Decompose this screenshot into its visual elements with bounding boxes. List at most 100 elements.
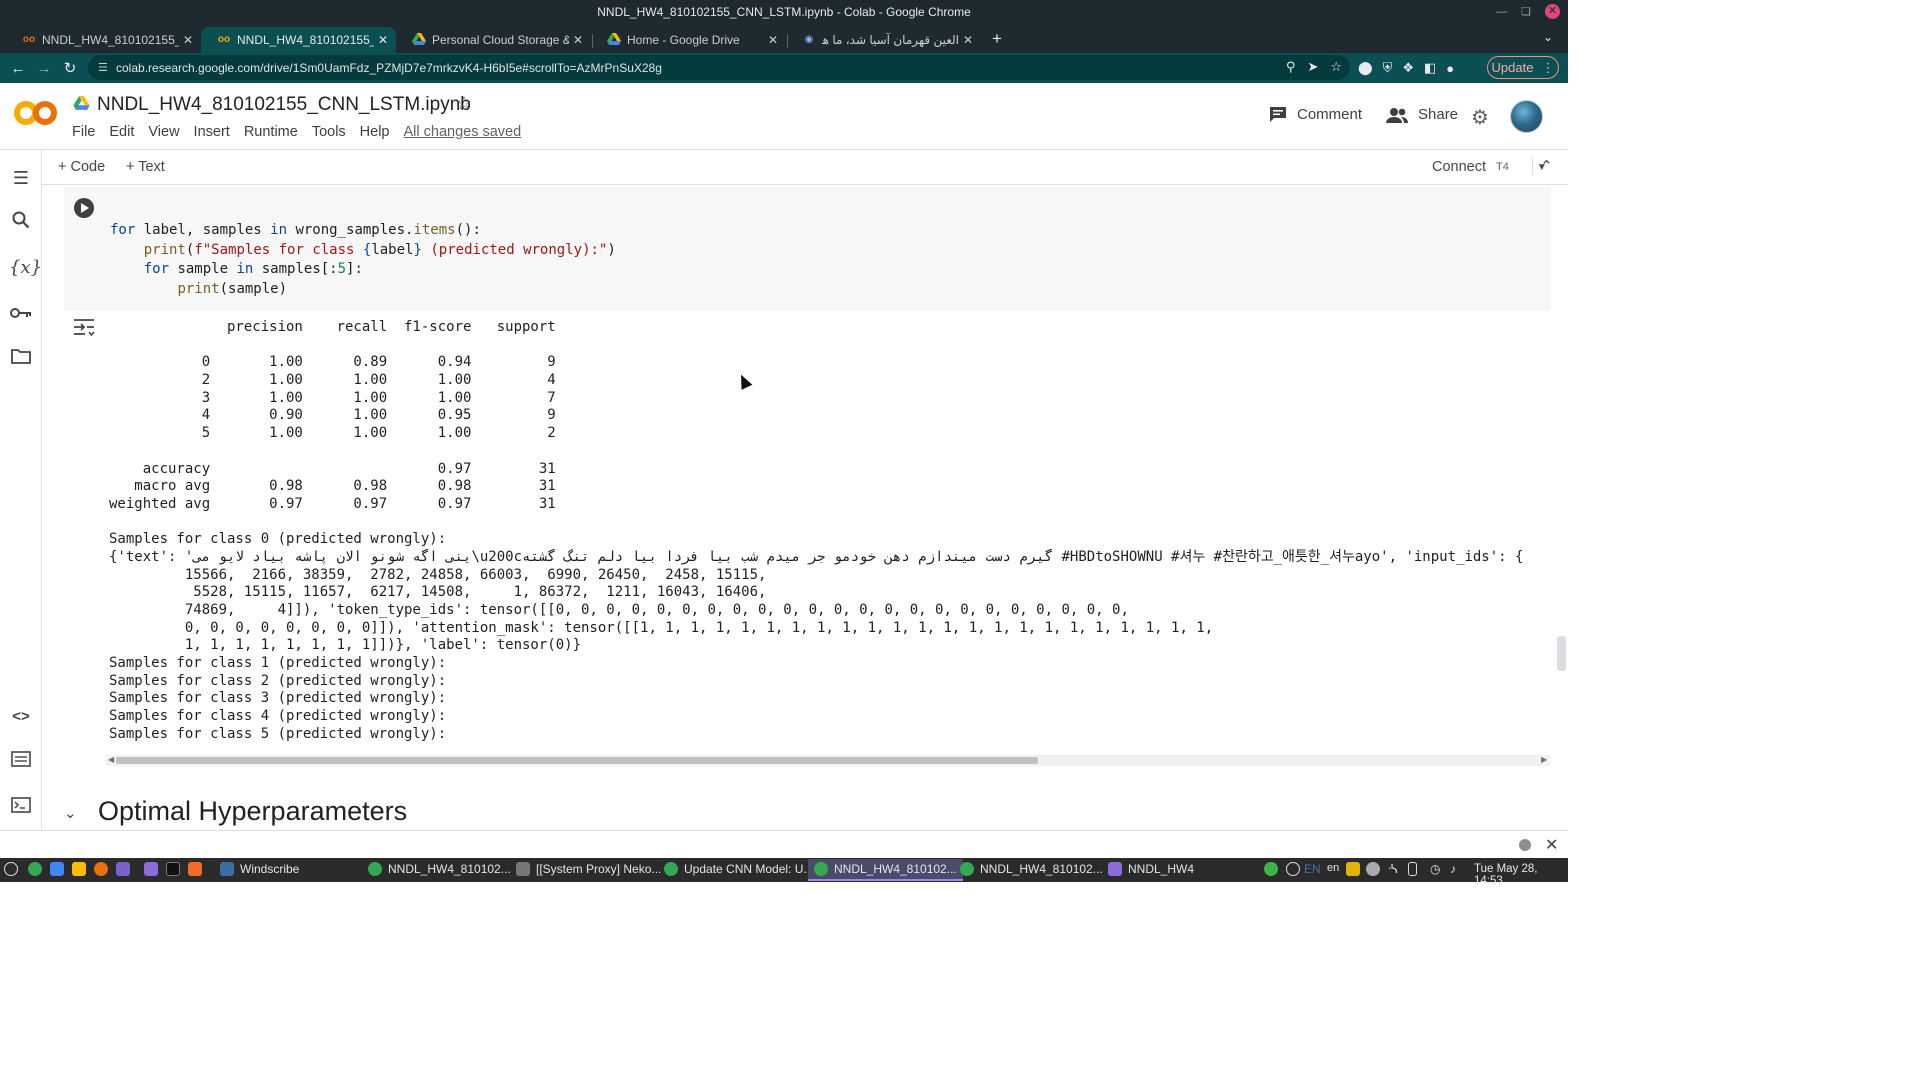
profile-icon[interactable]: ● bbox=[1446, 61, 1454, 76]
colab-logo[interactable] bbox=[14, 97, 58, 129]
menu-help[interactable]: Help bbox=[360, 124, 390, 140]
taskbar-window[interactable]: NNDL_HW4_810102... bbox=[368, 862, 511, 876]
volume-icon[interactable]: ♪ bbox=[1450, 862, 1456, 876]
more-vert-icon[interactable]: ⋮ bbox=[1541, 60, 1554, 76]
code-line: print(f"Samples for class {label} (predi… bbox=[143, 242, 616, 258]
chrome-launcher-icon[interactable] bbox=[28, 862, 42, 876]
menu-edit[interactable]: Edit bbox=[109, 124, 134, 140]
shield-icon[interactable]: ⛨ bbox=[1383, 60, 1393, 76]
files-launcher-icon[interactable] bbox=[144, 862, 158, 876]
battery-icon[interactable] bbox=[1408, 862, 1417, 876]
keyboard-locale[interactable]: en bbox=[1327, 862, 1339, 874]
chevron-up-icon[interactable]: ⌃ bbox=[1532, 157, 1560, 175]
close-window-icon[interactable]: ✕ bbox=[1545, 4, 1560, 19]
table-of-contents-icon[interactable]: ☰ bbox=[9, 166, 33, 190]
notebook-title[interactable]: NNDL_HW4_810102155_CNN_LSTM.ipynb bbox=[97, 94, 471, 116]
side-panel-icon[interactable]: ◧ bbox=[1424, 60, 1436, 76]
add-text-button[interactable]: + Text bbox=[126, 159, 165, 175]
menu-insert[interactable]: Insert bbox=[194, 124, 230, 140]
avatar[interactable] bbox=[1510, 100, 1543, 133]
translate-launcher-icon[interactable] bbox=[50, 862, 64, 876]
comment-button[interactable]: Comment bbox=[1269, 106, 1362, 123]
app-launcher-icon[interactable] bbox=[188, 862, 202, 876]
taskbar-window[interactable]: NNDL_HW4_810102... bbox=[960, 862, 1103, 876]
add-code-button[interactable]: + Code bbox=[58, 159, 105, 175]
wifi-icon[interactable]: ◷ bbox=[1430, 862, 1440, 876]
site-info-icon[interactable]: ☰ bbox=[98, 61, 108, 74]
bookmark-star-icon[interactable]: ☆ bbox=[1330, 59, 1342, 75]
close-tab-icon[interactable]: ✕ bbox=[374, 33, 392, 47]
close-tab-icon[interactable]: ✕ bbox=[764, 33, 782, 47]
browser-tab-google-drive[interactable]: Home - Google Drive ✕ bbox=[591, 27, 786, 53]
horizontal-scroll-thumb[interactable] bbox=[116, 757, 1038, 764]
forward-icon[interactable]: → bbox=[31, 60, 57, 77]
sample-line: Samples for class 2 (predicted wrongly): bbox=[109, 673, 447, 689]
taskbar-window[interactable]: Windscribe bbox=[220, 862, 299, 876]
scroll-left-icon[interactable]: ◀ bbox=[108, 755, 114, 764]
browser-tab-cnn[interactable]: oo NNDL_HW4_810102155_CNN_ ✕ bbox=[201, 27, 396, 53]
bluetooth-icon[interactable]: ᔀ bbox=[1388, 862, 1398, 876]
output-options-icon[interactable] bbox=[73, 318, 95, 341]
folder-icon[interactable] bbox=[9, 346, 33, 370]
extension-icon[interactable]: ⬤ bbox=[1358, 60, 1373, 76]
reload-icon[interactable]: ↻ bbox=[57, 59, 83, 77]
minimize-icon[interactable]: — bbox=[1496, 6, 1507, 18]
share-label: Share bbox=[1418, 106, 1459, 123]
settings-gear-icon[interactable]: ⚙ bbox=[1471, 105, 1489, 130]
terminal-icon[interactable] bbox=[9, 795, 33, 819]
variables-icon[interactable]: {x} bbox=[9, 256, 42, 280]
zoom-icon[interactable]: ⚲ bbox=[1286, 59, 1296, 75]
notes-launcher-icon[interactable] bbox=[72, 862, 86, 876]
keyboard-layout[interactable]: EN bbox=[1304, 862, 1321, 876]
system-menu-icon[interactable] bbox=[4, 862, 18, 876]
tab-search-chevron-icon[interactable]: ⌄ bbox=[1543, 30, 1553, 44]
new-tab-icon[interactable]: + bbox=[992, 29, 1002, 49]
share-button[interactable]: Share bbox=[1386, 106, 1458, 123]
command-palette-icon[interactable] bbox=[9, 749, 33, 773]
back-icon[interactable]: ← bbox=[5, 60, 31, 77]
close-icon[interactable]: ✕ bbox=[1545, 835, 1558, 855]
vertical-scroll-thumb[interactable] bbox=[1557, 636, 1566, 671]
taskbar-window[interactable]: NNDL_HW4 bbox=[1108, 862, 1194, 876]
taskbar-window[interactable]: Update CNN Model: U... bbox=[664, 862, 813, 876]
connect-button[interactable]: Connect T4 ▼ bbox=[1432, 159, 1547, 175]
tray-w-icon[interactable] bbox=[1286, 862, 1300, 876]
tray-app-icon[interactable] bbox=[1366, 862, 1380, 876]
send-icon[interactable]: ➤ bbox=[1307, 59, 1318, 75]
chevron-down-icon[interactable]: ⌄ bbox=[64, 804, 77, 822]
code-snippets-icon[interactable]: <> bbox=[9, 705, 33, 729]
search-icon[interactable] bbox=[9, 211, 33, 235]
menu-tools[interactable]: Tools bbox=[312, 124, 346, 140]
app-launcher-icon[interactable] bbox=[94, 862, 108, 876]
scroll-right-icon[interactable]: ▶ bbox=[1541, 755, 1547, 764]
puzzle-icon[interactable]: ❖ bbox=[1402, 60, 1414, 76]
close-tab-icon[interactable]: ✕ bbox=[959, 33, 977, 47]
run-cell-button[interactable] bbox=[74, 198, 94, 218]
menu-file[interactable]: File bbox=[72, 124, 95, 140]
taskbar-window-active[interactable]: NNDL_HW4_810102... bbox=[808, 859, 963, 881]
tray-app-icon[interactable] bbox=[1346, 862, 1360, 876]
menu-runtime[interactable]: Runtime bbox=[244, 124, 298, 140]
sample-line: Samples for class 0 (predicted wrongly): bbox=[109, 531, 447, 547]
star-icon[interactable]: ☆ bbox=[456, 93, 472, 114]
maximize-icon[interactable]: ❏ bbox=[1521, 5, 1531, 18]
browser-tab-news[interactable]: ◉ العین قهرمان آسیا شد، ما هم م... ✕ bbox=[786, 27, 981, 53]
menu-view[interactable]: View bbox=[148, 124, 179, 140]
browser-tab-lstm[interactable]: oo NNDL_HW4_810102155_LSTM ✕ bbox=[6, 27, 201, 53]
browser-tab-cloud-storage[interactable]: Personal Cloud Storage & File ✕ bbox=[396, 27, 591, 53]
key-icon[interactable] bbox=[9, 301, 33, 325]
terminal-launcher-icon[interactable] bbox=[166, 862, 180, 876]
runtime-status-icon[interactable] bbox=[1519, 839, 1531, 851]
address-bar[interactable]: ☰ colab.research.google.com/drive/1Sm0Ua… bbox=[88, 55, 1350, 80]
taskbar-window[interactable]: [[System Proxy] Neko... bbox=[516, 862, 661, 876]
os-taskbar: Windscribe NNDL_HW4_810102... [[System P… bbox=[0, 858, 1568, 887]
close-tab-icon[interactable]: ✕ bbox=[569, 33, 587, 47]
close-tab-icon[interactable]: ✕ bbox=[179, 33, 197, 47]
update-button[interactable]: Update ⋮ bbox=[1487, 56, 1559, 79]
sample-line: 74869, 4]]), 'token_type_ids': tensor([[… bbox=[109, 602, 1129, 618]
app-launcher-icon[interactable] bbox=[116, 862, 130, 876]
save-status[interactable]: All changes saved bbox=[404, 124, 522, 140]
tab-label: NNDL_HW4_810102155_LSTM bbox=[42, 33, 179, 47]
tray-check-icon[interactable] bbox=[1264, 862, 1278, 876]
drive-icon[interactable] bbox=[73, 96, 90, 111]
